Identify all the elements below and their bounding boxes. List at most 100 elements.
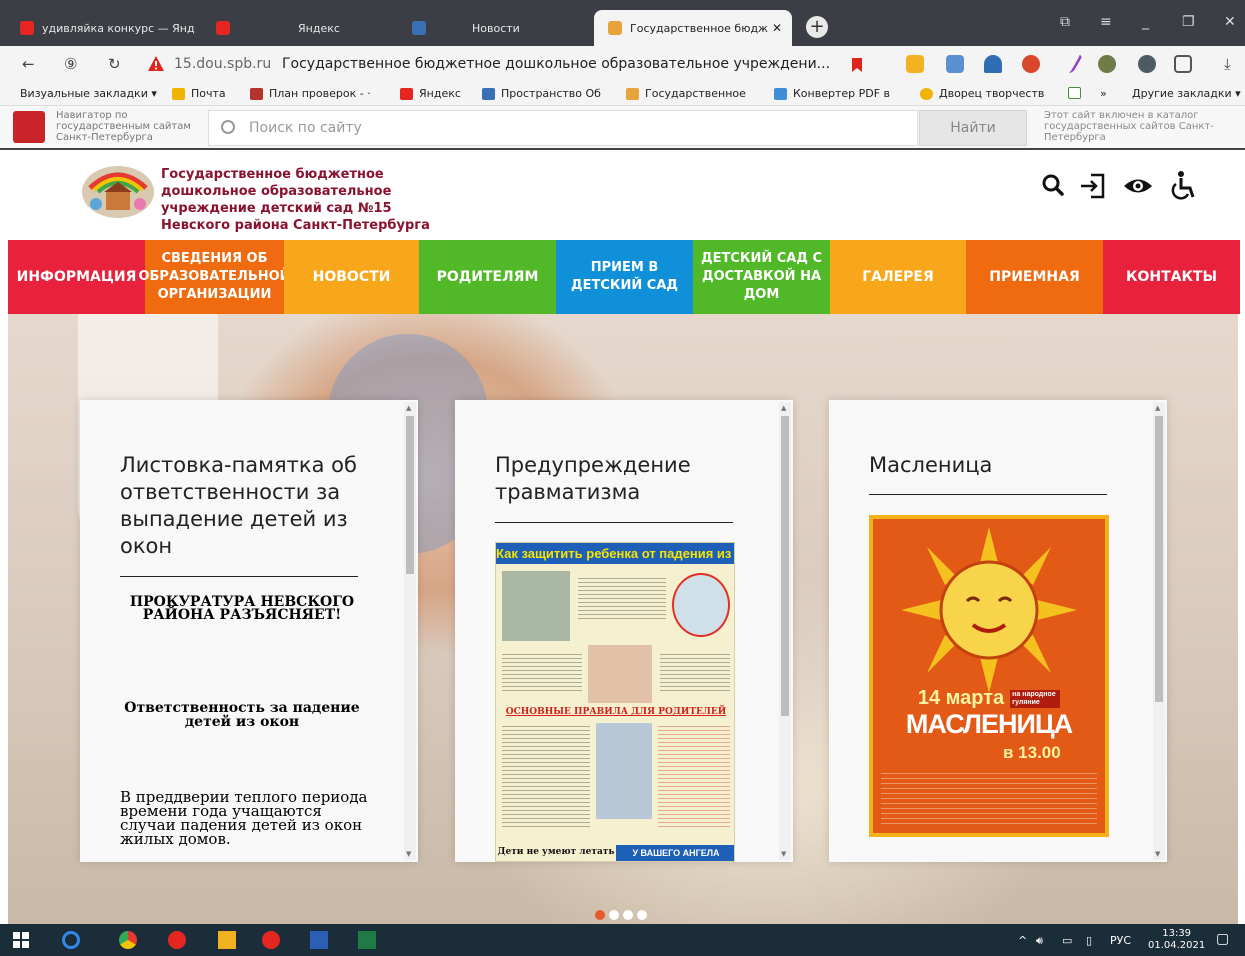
- internet-explorer-icon[interactable]: [62, 931, 80, 949]
- weather-extension-icon[interactable]: [906, 55, 924, 73]
- extension-icon[interactable]: [1138, 55, 1156, 73]
- menu-item-parents[interactable]: РОДИТЕЛЯМ: [419, 240, 556, 314]
- menu-item-admission[interactable]: ПРИЕМ В ДЕТСКИЙ САД: [556, 240, 693, 314]
- yandex-browser-icon[interactable]: [168, 931, 186, 949]
- yandex-icon[interactable]: [262, 931, 280, 949]
- scroll-up-icon[interactable]: ▲: [406, 404, 411, 412]
- notifications-icon[interactable]: ▢: [1216, 931, 1229, 947]
- card-scrollbar[interactable]: ▲ ▼: [404, 402, 416, 860]
- menu-item-about-organization[interactable]: СВЕДЕНИЯ ОБ ОБРАЗОВАТЕЛЬНОЙ ОРГАНИЗАЦИИ: [138, 240, 291, 314]
- card-title[interactable]: Предупреждение травматизма: [495, 452, 745, 506]
- system-clock[interactable]: 13:39 01.04.2021: [1148, 928, 1205, 952]
- find-button[interactable]: Найти: [919, 110, 1027, 146]
- bookmark-mail[interactable]: Почта: [172, 87, 226, 100]
- file-explorer-icon[interactable]: [218, 931, 236, 949]
- slider-dot[interactable]: [609, 910, 619, 920]
- menu-icon[interactable]: ≡: [1100, 14, 1112, 30]
- news-card[interactable]: Листовка-памятка об ответственности за в…: [80, 400, 418, 862]
- chrome-icon[interactable]: [119, 931, 137, 949]
- poster-title: Как защитить ребенка от падения из окна?: [496, 543, 734, 564]
- download-icon[interactable]: ⤓: [1224, 55, 1231, 73]
- login-icon[interactable]: [1077, 170, 1109, 202]
- bookmark-icon[interactable]: [852, 58, 862, 72]
- menu-item-gallery[interactable]: ГАЛЕРЕЯ: [830, 240, 966, 314]
- bookmark-yandex[interactable]: Яндекс: [400, 87, 461, 100]
- extension-icon[interactable]: [1098, 55, 1116, 73]
- scroll-down-icon[interactable]: ▼: [406, 850, 411, 858]
- bookmarks-overflow[interactable]: »: [1100, 87, 1107, 100]
- language-indicator[interactable]: РУС: [1110, 934, 1131, 947]
- scrollbar-thumb[interactable]: [1155, 416, 1163, 702]
- site-search-input[interactable]: Поиск по сайту: [208, 110, 918, 146]
- card-title[interactable]: Листовка-памятка об ответственности за в…: [120, 452, 370, 560]
- close-window-icon[interactable]: ✕: [1224, 14, 1236, 30]
- bookmark-label: Пространство Об: [501, 87, 601, 100]
- bookmark-plan[interactable]: План проверок - ·: [250, 87, 371, 100]
- accessibility-icon[interactable]: [1166, 170, 1198, 202]
- bookmark-folder[interactable]: [1068, 87, 1087, 99]
- browser-tab-1[interactable]: удивляйка конкурс — Янд: [6, 10, 196, 46]
- reload-icon[interactable]: ↻: [108, 55, 121, 73]
- menu-item-info[interactable]: ИНФОРМАЦИЯ: [8, 240, 145, 314]
- maslenitsa-poster[interactable]: 14 марта на народное гуляние МАСЛЕНИЦА в…: [869, 515, 1109, 837]
- close-tab-icon[interactable]: ✕: [772, 21, 782, 35]
- scroll-up-icon[interactable]: ▲: [1155, 404, 1160, 412]
- protect-icon[interactable]: [1174, 55, 1192, 73]
- bookmark-gov[interactable]: Государственное: [626, 87, 746, 100]
- extension-icon[interactable]: [1022, 55, 1040, 73]
- mail-icon: [172, 87, 185, 100]
- card-scrollbar[interactable]: ▲ ▼: [1153, 402, 1165, 860]
- yandex-home-icon[interactable]: ⑨: [64, 55, 77, 73]
- browser-tab-3[interactable]: Новости: [398, 10, 588, 46]
- slider-dot[interactable]: [637, 910, 647, 920]
- slider-dot-active[interactable]: [595, 910, 605, 920]
- scroll-down-icon[interactable]: ▼: [1155, 850, 1160, 858]
- menu-item-news[interactable]: НОВОСТИ: [284, 240, 419, 314]
- new-tab-button[interactable]: +: [806, 16, 828, 38]
- volume-icon[interactable]: 🔊︎: [1036, 934, 1043, 948]
- site-name[interactable]: Государственное бюджетное дошкольное обр…: [161, 166, 461, 234]
- menu-item-contacts[interactable]: КОНТАКТЫ: [1103, 240, 1240, 314]
- url-page-title[interactable]: Государственное бюджетное дошкольное обр…: [282, 56, 830, 72]
- news-card[interactable]: Масленица 14 марта на народное гуляние М…: [829, 400, 1167, 862]
- browser-tab-active[interactable]: Государственное бюдж ✕: [594, 10, 792, 46]
- warning-icon[interactable]: [147, 55, 165, 72]
- bookmark-other[interactable]: Другие закладки ▾: [1132, 87, 1241, 100]
- scrollbar-thumb[interactable]: [406, 416, 414, 574]
- tabs-icon[interactable]: ⧉: [1060, 14, 1070, 30]
- pen-extension-icon[interactable]: [1054, 55, 1084, 73]
- bookmark-space[interactable]: Пространство Об: [482, 87, 601, 100]
- bookmark-palace[interactable]: Дворец творчеств: [920, 87, 1044, 100]
- maximize-icon[interactable]: ❐: [1182, 14, 1195, 30]
- search-icon[interactable]: [1038, 170, 1070, 202]
- word-icon[interactable]: [310, 931, 328, 949]
- windows-start-icon[interactable]: [12, 931, 30, 949]
- card-scrollbar[interactable]: ▲ ▼: [779, 402, 791, 860]
- menu-item-reception[interactable]: ПРИЕМНАЯ: [966, 240, 1103, 314]
- menu-item-home-delivery[interactable]: ДЕТСКИЙ САД С ДОСТАВКОЙ НА ДОМ: [693, 240, 830, 314]
- scrollbar-thumb[interactable]: [781, 416, 789, 716]
- calendar-extension-icon[interactable]: [946, 55, 964, 73]
- url-host[interactable]: 15.dou.spb.ru: [174, 56, 271, 72]
- excel-icon[interactable]: [358, 931, 376, 949]
- back-icon[interactable]: ←: [22, 55, 35, 73]
- browser-tab-2[interactable]: Яндекс: [202, 10, 392, 46]
- gov-navigator-label[interactable]: Навигатор по государственным сайтам Санк…: [56, 110, 206, 143]
- card-title[interactable]: Масленица: [869, 452, 1119, 479]
- network-icon[interactable]: ▭: [1062, 934, 1072, 947]
- slider-dot[interactable]: [623, 910, 633, 920]
- battery-icon[interactable]: ▯: [1086, 934, 1092, 947]
- spb-emblem-icon[interactable]: [13, 111, 45, 143]
- news-card[interactable]: Предупреждение травматизма Как защитить …: [455, 400, 793, 862]
- tray-overflow-icon[interactable]: ^: [1018, 934, 1027, 947]
- scroll-down-icon[interactable]: ▼: [781, 850, 786, 858]
- bookmark-visual[interactable]: Визуальные закладки ▾: [20, 87, 157, 100]
- cloud-extension-icon[interactable]: [984, 55, 1002, 73]
- catalog-note[interactable]: Этот сайт включен в каталог государствен…: [1044, 110, 1239, 143]
- window-safety-poster[interactable]: Как защитить ребенка от падения из окна?…: [495, 542, 735, 862]
- bookmark-pdf[interactable]: Конвертер PDF в: [774, 87, 890, 100]
- minimize-icon[interactable]: _: [1142, 14, 1149, 30]
- low-vision-eye-icon[interactable]: [1122, 170, 1154, 202]
- scroll-up-icon[interactable]: ▲: [781, 404, 786, 412]
- kindergarten-logo[interactable]: [80, 158, 156, 220]
